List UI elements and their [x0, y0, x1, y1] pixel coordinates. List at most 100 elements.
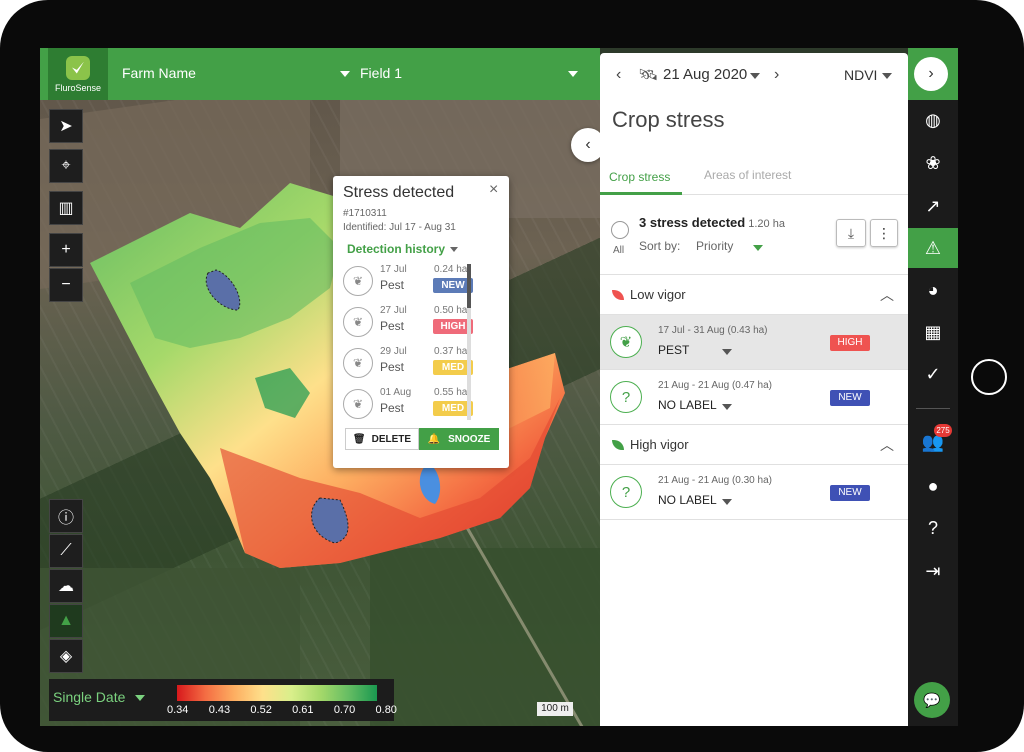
logout-icon: ⇥ — [925, 560, 941, 581]
date-selector[interactable]: 21 Aug 2020 — [663, 66, 747, 83]
farm-selector[interactable]: Farm Name — [122, 65, 196, 81]
ndvi-heatmap — [90, 183, 565, 568]
rail-item-team[interactable]: 👥 275 — [908, 422, 958, 462]
chat-button[interactable]: 💬 — [914, 682, 950, 718]
history-list: ❦ 17 Jul Pest 0.24 ha NEW ❦ 27 Jul Pest … — [341, 262, 501, 420]
plant-icon: ❦ — [610, 326, 642, 358]
chevron-down-icon[interactable] — [882, 73, 892, 79]
app-logo[interactable]: FluroSense — [48, 48, 108, 100]
legend-tick: 0.70 — [333, 704, 356, 716]
chevron-right-icon[interactable]: › — [774, 66, 779, 84]
rail-item-logout[interactable]: ⇥ — [908, 551, 958, 591]
rail-item-satellite[interactable]: ◍ — [908, 100, 958, 140]
plant-icon: ❦ — [343, 348, 373, 378]
select-all-checkbox[interactable] — [611, 221, 629, 239]
section-low-vigor[interactable]: Low vigor ︿ — [600, 275, 908, 315]
section-high-vigor[interactable]: High vigor ︿ — [600, 425, 908, 465]
stress-layer-button[interactable]: ▲ — [49, 604, 83, 638]
more-options-button[interactable]: ⋮ — [870, 219, 898, 247]
chevron-down-icon[interactable] — [722, 404, 732, 410]
info-button[interactable]: ⓘ — [49, 499, 83, 533]
popup-title: Stress detected — [343, 184, 455, 201]
leaf-icon — [612, 440, 624, 450]
snooze-label: SNOOZE — [448, 433, 491, 445]
ndvi-legend: Single Date 0.34 0.43 0.52 0.61 0.70 0.8… — [49, 679, 397, 721]
delete-label: DELETE — [371, 433, 412, 445]
chevron-up-icon[interactable]: ︿ — [880, 435, 894, 455]
chevron-up-icon[interactable]: ︿ — [880, 285, 894, 305]
legend-tick: 0.52 — [250, 704, 272, 716]
rail-item-tasks[interactable]: ✓ — [908, 354, 958, 394]
rail-item-imagery[interactable]: ▦ — [908, 312, 958, 352]
history-scrollbar[interactable] — [467, 264, 471, 420]
detection-history-toggle[interactable]: Detection history — [347, 242, 459, 256]
map-view[interactable]: FluroSense Farm Name Field 1 ➤ ⌖ ▥ + − ⓘ… — [40, 48, 600, 726]
sort-label: Sort by: — [639, 239, 681, 253]
chevron-right-icon: › — [928, 65, 934, 82]
download-icon: ⤓ — [847, 224, 855, 241]
snooze-button[interactable]: 🔔 SNOOZE — [419, 428, 499, 450]
sort-selector[interactable]: Priority — [696, 239, 733, 253]
home-button[interactable] — [971, 359, 1007, 395]
plant-icon: ❦ — [343, 266, 373, 296]
measure-button[interactable]: ▥ — [49, 191, 83, 225]
chevron-down-icon[interactable] — [722, 499, 732, 505]
history-row[interactable]: ❦ 01 Aug Pest 0.55 ha MED — [341, 385, 501, 420]
legend-tick: 0.43 — [208, 704, 231, 716]
rail-item-zones[interactable]: ◕ — [908, 270, 958, 310]
layer-selector[interactable]: NDVI — [844, 67, 877, 83]
stress-label-selector[interactable]: NO LABEL — [658, 398, 717, 412]
stress-label-selector[interactable]: PEST — [658, 343, 689, 357]
layers-button[interactable]: ◈ — [49, 639, 83, 673]
stress-total-area: 1.20 ha — [748, 218, 785, 230]
history-row[interactable]: ❦ 29 Jul Pest 0.37 ha MED — [341, 344, 501, 385]
more-vert-icon: ⋮ — [877, 224, 891, 241]
stress-count-text: 3 stress detected — [639, 215, 746, 230]
rail-item-analytics[interactable]: ↗ — [908, 186, 958, 226]
chevron-down-icon[interactable] — [568, 71, 578, 77]
crosshair-button[interactable]: ⌖ — [49, 149, 83, 183]
tab-crop-stress[interactable]: Crop stress — [609, 170, 670, 184]
panel-tabs: Crop stress Areas of interest — [600, 159, 908, 195]
question-icon: ? — [610, 476, 642, 508]
history-label: Pest — [380, 278, 405, 292]
legend-ticks: 0.34 0.43 0.52 0.61 0.70 0.80 — [167, 704, 397, 716]
tab-areas-of-interest[interactable]: Areas of interest — [704, 168, 791, 182]
zoom-out-button[interactable]: − — [49, 268, 83, 302]
zoom-in-button[interactable]: + — [49, 233, 83, 267]
draw-polygon-button[interactable]: ⟋ — [49, 534, 83, 568]
close-icon[interactable]: × — [489, 181, 498, 199]
logo-text: FluroSense — [54, 82, 102, 93]
stress-label-selector[interactable]: NO LABEL — [658, 493, 717, 507]
chevron-down-icon[interactable] — [750, 73, 760, 79]
locate-button[interactable]: ➤ — [49, 109, 83, 143]
history-label: Pest — [380, 319, 405, 333]
map-scale: 100 m — [537, 702, 573, 716]
expand-button[interactable]: › — [914, 57, 948, 91]
stress-item[interactable]: ? 21 Aug - 21 Aug (0.47 ha) NO LABEL NEW — [600, 370, 908, 425]
weather-button[interactable]: ☁ — [49, 569, 83, 603]
date-mode-label: Single Date — [53, 689, 126, 705]
stress-range: 21 Aug - 21 Aug (0.47 ha) — [658, 380, 772, 391]
stress-item[interactable]: ? 21 Aug - 21 Aug (0.30 ha) NO LABEL NEW — [600, 465, 908, 520]
pie-icon: ◕ — [927, 279, 939, 300]
history-row[interactable]: ❦ 27 Jul Pest 0.50 ha HIGH — [341, 303, 501, 344]
field-selector[interactable]: Field 1 — [340, 65, 402, 81]
delete-button[interactable]: 🗑 DELETE — [345, 428, 419, 450]
history-area: 0.55 ha — [434, 387, 468, 398]
chevron-down-icon[interactable] — [722, 349, 732, 355]
legend-tick: 0.80 — [375, 704, 397, 716]
chevron-down-icon[interactable] — [753, 245, 763, 251]
chevron-left-icon[interactable]: ‹ — [616, 66, 621, 84]
download-button[interactable]: ⤓ — [836, 219, 866, 247]
rail-item-crop-stress[interactable]: ⚠ — [908, 228, 958, 268]
history-row[interactable]: ❦ 17 Jul Pest 0.24 ha NEW — [341, 262, 501, 303]
date-mode-selector[interactable]: Single Date — [53, 689, 146, 705]
stress-range: 21 Aug - 21 Aug (0.30 ha) — [658, 475, 772, 486]
history-area: 0.50 ha — [434, 305, 468, 316]
rail-item-help[interactable]: ? — [908, 508, 958, 548]
rail-item-crop[interactable]: ❀ — [908, 143, 958, 183]
rail-item-profile[interactable]: ● — [908, 466, 958, 506]
stress-item[interactable]: ❦ 17 Jul - 31 Aug (0.43 ha) PEST HIGH — [600, 315, 908, 370]
gallery-icon: ▦ — [924, 321, 942, 342]
